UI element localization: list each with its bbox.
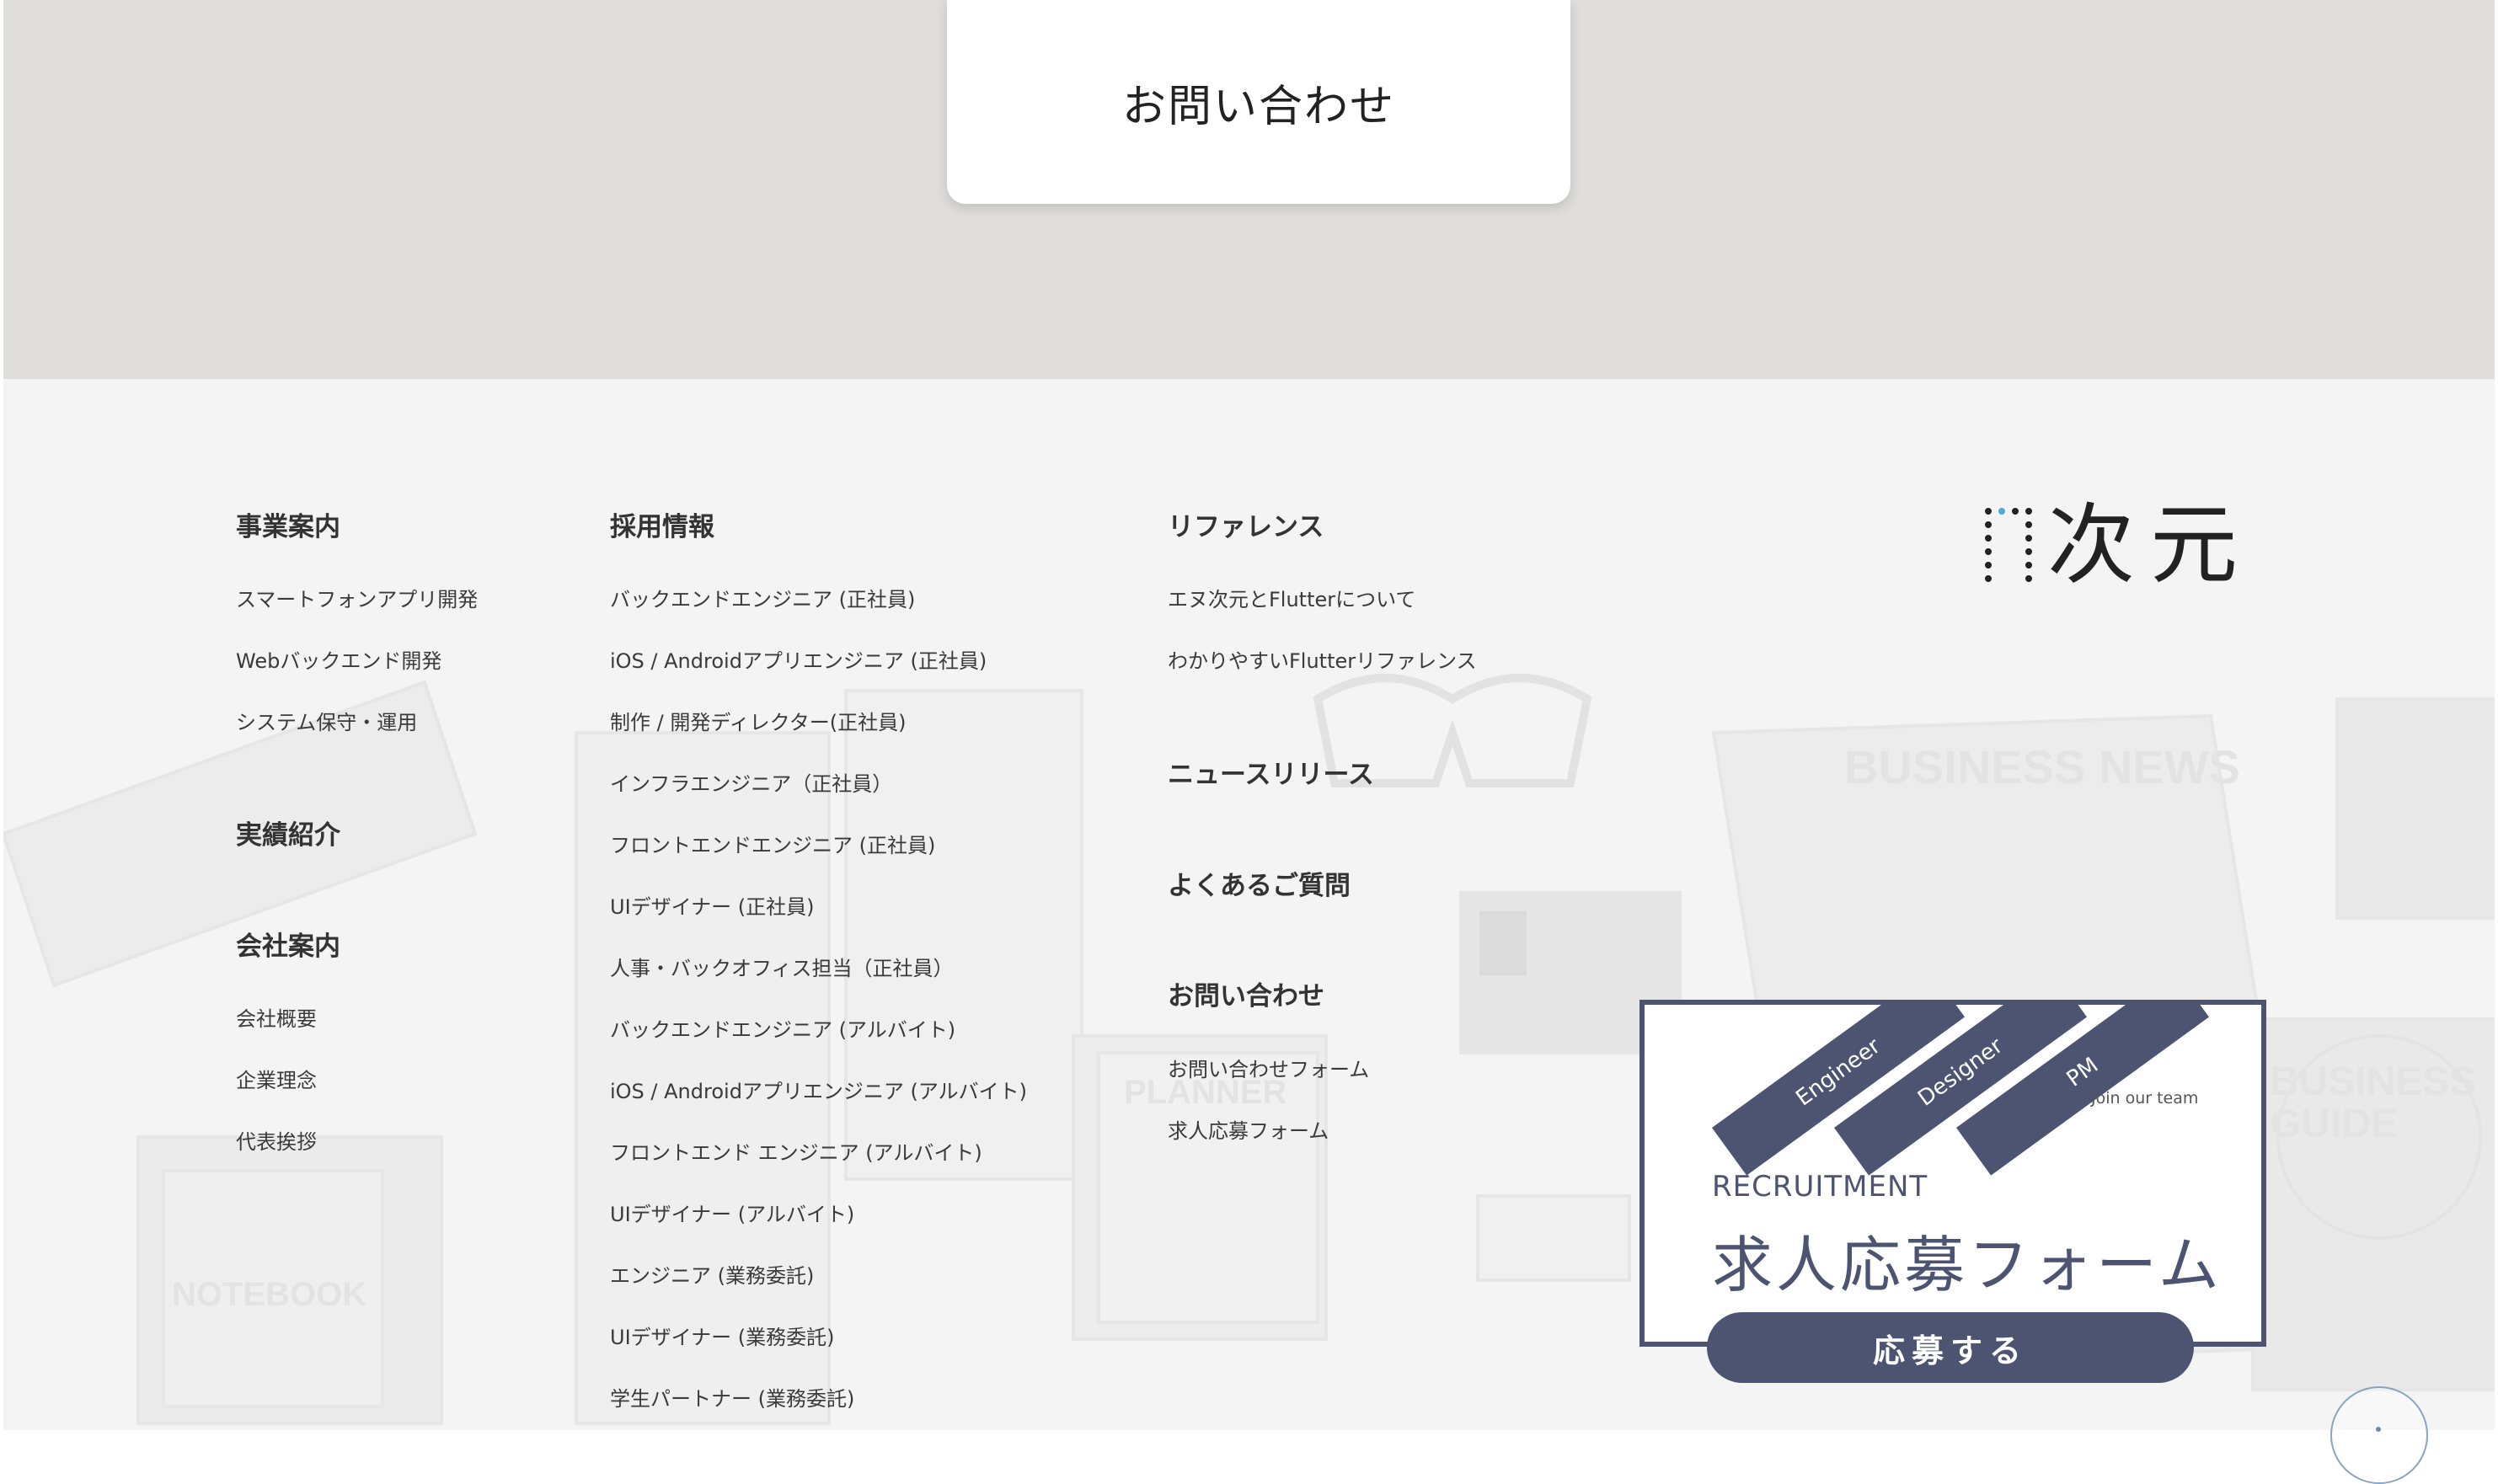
link-ceo-message[interactable]: 代表挨拶 [236,1125,317,1155]
scroll-to-top-button[interactable] [2330,1386,2428,1484]
link-job-2[interactable]: 制作 / 開発ディレクター(正社員) [610,706,906,735]
link-job-12[interactable]: UIデザイナー (業務委託) [610,1321,835,1350]
link-flutter-reference[interactable]: わかりやすいFlutterリファレンス [1168,644,1477,674]
link-job-7[interactable]: バックエンドエンジニア (アルバイト) [610,1013,955,1043]
heading-news-release[interactable]: ニュースリリース [1168,753,1374,791]
link-job-10[interactable]: UIデザイナー (アルバイト) [610,1198,854,1227]
heading-company[interactable]: 会社案内 [236,925,340,963]
heading-reference[interactable]: リファレンス [1168,505,1324,543]
link-job-11[interactable]: エンジニア (業務委託) [610,1259,814,1289]
heading-recruit[interactable]: 採用情報 [610,505,714,543]
heading-works[interactable]: 実績紹介 [236,814,340,851]
link-job-8[interactable]: iOS / Androidアプリエンジニア (アルバイト) [610,1075,1027,1104]
link-about-flutter[interactable]: エヌ次元とFlutterについて [1168,583,1415,612]
link-application-form[interactable]: 求人応募フォーム [1168,1114,1329,1144]
bg-business-text: BUSINESS [2270,1060,2476,1104]
logo-text: 次元 [2047,494,2254,596]
contact-button[interactable]: お問い合わせ [947,0,1570,204]
link-job-0[interactable]: バックエンドエンジニア (正社員) [610,583,915,612]
recruitment-label: RECRUITMENT [1712,1170,1928,1204]
link-job-6[interactable]: 人事・バックオフィス担当（正社員） [610,952,954,981]
link-system-maintenance[interactable]: システム保守・運用 [236,706,417,735]
join-our-team-text: Join our team [2091,1089,2199,1108]
recruitment-banner[interactable]: Engineer Designer PM Join our team RECRU… [1639,1000,2266,1347]
link-job-5[interactable]: UIデザイナー (正社員) [610,890,815,920]
heading-contact[interactable]: お問い合わせ [1168,974,1324,1012]
recruitment-title: 求人応募フォーム [1712,1230,2223,1300]
bg-notebook-text: NOTEBOOK [172,1276,366,1313]
link-company-profile[interactable]: 会社概要 [236,1002,317,1032]
link-smartphone-app-dev[interactable]: スマートフォンアプリ開発 [236,583,478,612]
heading-business[interactable]: 事業案内 [236,505,340,543]
heading-faq[interactable]: よくあるご質問 [1168,864,1351,902]
bg-guide-text: GUIDE [2270,1102,2398,1146]
link-web-backend-dev[interactable]: Webバックエンド開発 [236,644,441,674]
scroll-top-icon [2376,1427,2381,1432]
link-job-4[interactable]: フロントエンドエンジニア (正社員) [610,829,935,858]
company-logo[interactable]: 次元 [1983,499,2278,591]
link-philosophy[interactable]: 企業理念 [236,1064,317,1093]
link-job-3[interactable]: インフラエンジニア（正社員） [610,767,892,797]
apply-button[interactable]: 応募する [1707,1312,2194,1383]
site-footer: BUSINESS NEWS BUSINESS GUIDE NOTEBOOK PL… [3,379,2495,1430]
link-contact-form[interactable]: お問い合わせフォーム [1168,1053,1369,1082]
logo-dot-mark-icon [1985,508,2032,582]
link-job-1[interactable]: iOS / Androidアプリエンジニア (正社員) [610,644,987,674]
link-job-9[interactable]: フロントエンド エンジニア (アルバイト) [610,1136,982,1166]
link-job-13[interactable]: 学生パートナー (業務委託) [610,1382,854,1412]
bg-business-news-text: BUSINESS NEWS [1844,740,2240,793]
